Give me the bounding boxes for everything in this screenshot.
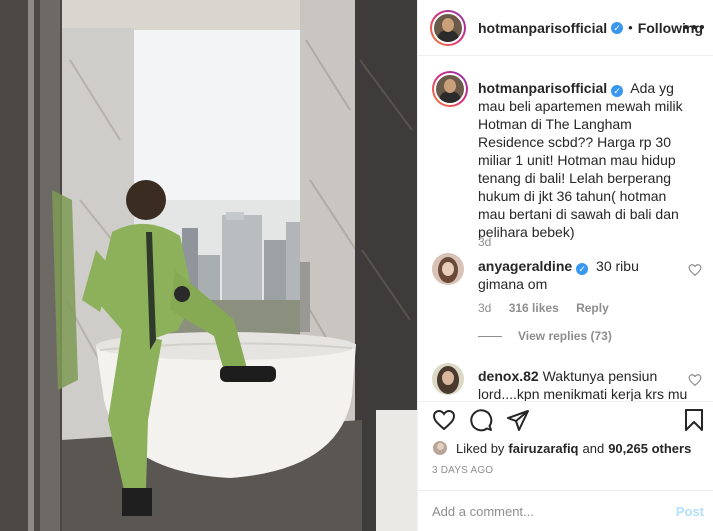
caption-text-block: hotmanparisofficial ✓ Ada yg mau beli apa… <box>478 79 688 241</box>
comment-text-block: denox.82 Waktunya pensiun lord....kpn me… <box>478 367 688 401</box>
post-timestamp[interactable]: 3 DAYS AGO <box>432 465 493 476</box>
post-image <box>0 0 417 531</box>
caption-meta: 3d <box>478 235 505 249</box>
caption-text: Ada yg mau beli apartemen mewah milik Ho… <box>478 80 683 240</box>
like-comment-icon[interactable] <box>688 263 702 277</box>
header-separator: • <box>628 20 633 35</box>
heart-icon[interactable] <box>432 408 456 432</box>
comment-meta: 3d 316 likes Reply <box>478 301 623 315</box>
caption-username[interactable]: hotmanparisofficial <box>478 80 607 96</box>
more-icon[interactable] <box>684 17 704 37</box>
liker-avatar[interactable] <box>432 440 448 456</box>
post-details-panel: hotmanparisofficial ✓ • Following hotman… <box>417 0 713 531</box>
post-actions <box>418 401 713 441</box>
likes-conjunction: and <box>582 440 605 456</box>
replies-divider <box>478 335 502 337</box>
verified-icon: ✓ <box>611 21 624 34</box>
view-replies-label: View replies (73) <box>518 329 612 343</box>
comment-username[interactable]: denox.82 <box>478 368 539 384</box>
comment-likes[interactable]: 316 likes <box>509 301 559 315</box>
comment-item: denox.82 Waktunya pensiun lord....kpn me… <box>432 363 702 401</box>
likes-count[interactable]: 90,265 others <box>608 441 691 456</box>
commenter-avatar[interactable] <box>432 363 464 395</box>
comment-age: 3d <box>478 301 492 315</box>
comment-item: anyageraldine ✓ 30 ribu gimana om 3d 316 … <box>432 253 702 327</box>
comment-input[interactable] <box>432 503 676 519</box>
commenter-avatar[interactable] <box>432 253 464 285</box>
author-username[interactable]: hotmanparisofficial <box>478 20 607 36</box>
post-header: hotmanparisofficial ✓ • Following <box>418 0 713 56</box>
liker-username[interactable]: fairuzarafiq <box>508 441 578 456</box>
like-comment-icon[interactable] <box>688 373 702 387</box>
view-replies-button[interactable]: View replies (73) <box>478 329 612 343</box>
verified-icon: ✓ <box>576 263 589 275</box>
comment-text-block: anyageraldine ✓ 30 ribu gimana om <box>478 257 688 293</box>
comments-list[interactable]: hotmanparisofficial ✓ Ada yg mau beli apa… <box>418 57 713 401</box>
reply-button[interactable]: Reply <box>576 301 609 315</box>
author-avatar[interactable] <box>430 9 466 46</box>
verified-icon: ✓ <box>611 85 624 97</box>
caption-age: 3d <box>478 235 492 249</box>
likes-summary: Liked by fairuzarafiq and 90,265 others <box>432 438 695 458</box>
comment-username[interactable]: anyageraldine <box>478 258 572 274</box>
post-photo[interactable] <box>0 0 417 531</box>
likes-prefix: Liked by <box>456 440 505 456</box>
caption-avatar[interactable] <box>432 71 468 107</box>
add-comment-bar: Post <box>418 490 713 531</box>
share-icon[interactable] <box>506 408 530 432</box>
bookmark-icon[interactable] <box>682 408 706 432</box>
caption: hotmanparisofficial ✓ Ada yg mau beli apa… <box>432 71 702 251</box>
post-comment-button[interactable]: Post <box>676 504 704 519</box>
comment-icon[interactable] <box>469 408 493 432</box>
